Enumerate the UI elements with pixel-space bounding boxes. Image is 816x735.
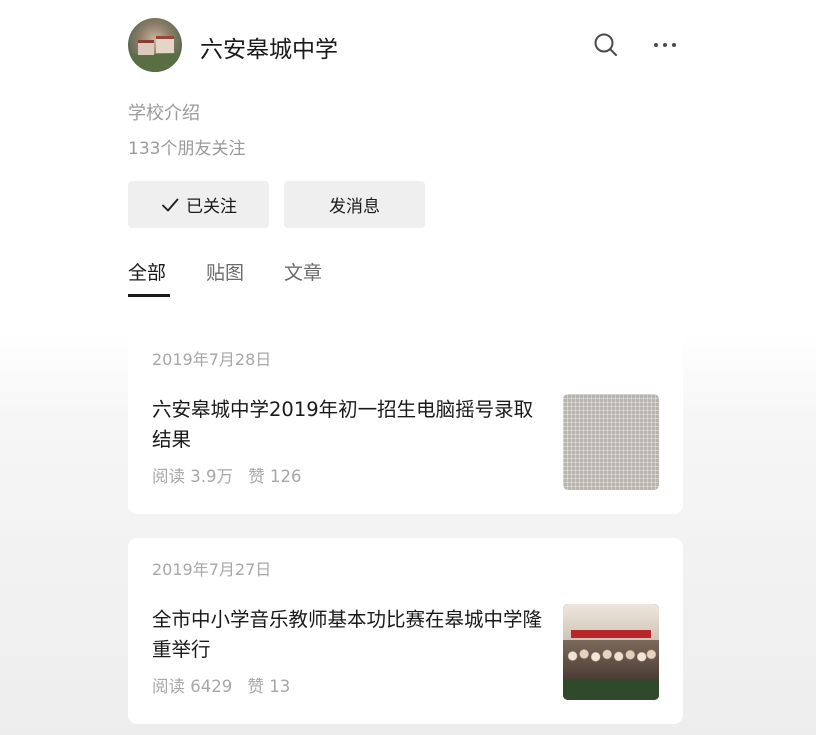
article-card[interactable]: 2019年7月28日 六安皋城中学2019年初一招生电脑摇号录取结果 阅读 3.…: [128, 328, 683, 514]
tab-pictures[interactable]: 贴图: [206, 258, 244, 295]
tab-articles[interactable]: 文章: [284, 258, 322, 295]
avatar-ground: [128, 54, 182, 72]
read-count: 阅读 3.9万: [152, 467, 233, 486]
photo-crowd: [563, 640, 659, 680]
avatar-building-left: [138, 40, 154, 55]
article-title[interactable]: 六安皋城中学2019年初一招生电脑摇号录取结果: [152, 395, 547, 455]
check-icon: [160, 195, 180, 215]
article-stats: 阅读 3.9万 赞 126: [152, 463, 312, 487]
article-thumbnail[interactable]: [563, 604, 659, 700]
article-thumbnail[interactable]: [563, 394, 659, 490]
send-message-label: 发消息: [329, 197, 380, 217]
followed-button-label: 已关注: [186, 197, 237, 217]
photo-banner: [571, 630, 651, 638]
active-tab-indicator: [128, 294, 170, 297]
account-avatar[interactable]: [128, 18, 182, 72]
avatar-building-right: [156, 36, 174, 53]
photo-floor: [563, 680, 659, 700]
account-title: 六安皋城中学: [200, 37, 338, 63]
article-stats: 阅读 6429 赞 13: [152, 673, 300, 697]
more-icon[interactable]: [652, 32, 678, 58]
like-count: 赞 13: [247, 677, 291, 696]
tab-all[interactable]: 全部: [128, 258, 166, 295]
article-card[interactable]: 2019年7月27日 全市中小学音乐教师基本功比赛在皋城中学隆重举行 阅读 64…: [128, 538, 683, 724]
friends-following-count[interactable]: 133个朋友关注: [128, 134, 245, 159]
content-tabs: 全部 贴图 文章: [128, 258, 528, 298]
article-date: 2019年7月27日: [152, 560, 272, 579]
article-date: 2019年7月28日: [152, 350, 272, 369]
send-message-button[interactable]: 发消息: [284, 181, 425, 228]
article-title[interactable]: 全市中小学音乐教师基本功比赛在皋城中学隆重举行: [152, 605, 547, 665]
account-description[interactable]: 学校介绍: [128, 99, 200, 125]
read-count: 阅读 6429: [152, 677, 233, 696]
account-header: 六安皋城中学: [128, 18, 683, 74]
followed-button[interactable]: 已关注: [128, 181, 269, 228]
like-count: 赞 126: [248, 467, 302, 486]
search-icon[interactable]: [593, 32, 619, 58]
